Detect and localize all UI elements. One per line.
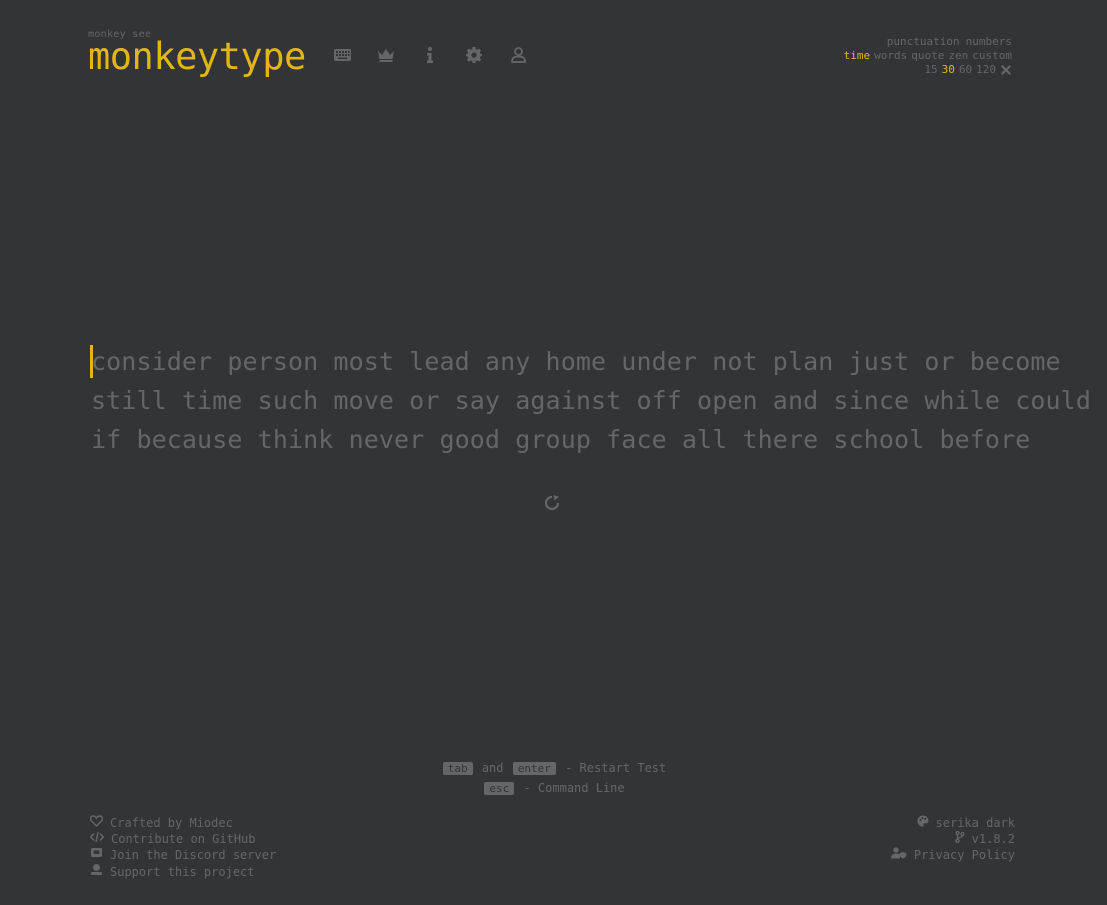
support-label: Support this project <box>110 864 255 879</box>
privacy-policy-link[interactable]: Privacy Policy <box>890 847 1015 863</box>
words-line: still time such move or say against off … <box>91 386 1091 415</box>
esc-key: esc <box>484 782 515 795</box>
theme-button[interactable]: serika dark <box>891 815 1015 831</box>
github-label: Contribute on GitHub <box>111 832 256 846</box>
keyboard-icon[interactable] <box>320 44 364 66</box>
footer-links: Crafted by Miodec Contribute on GitHub J… <box>89 815 276 880</box>
words-area[interactable]: consider person most lead any home under… <box>91 342 1091 459</box>
words-line: if because think never good group face a… <box>91 425 1031 454</box>
hint-restart-text: - Restart Test <box>565 761 667 775</box>
crafted-by-link[interactable]: Crafted by Miodec <box>89 815 276 831</box>
mode-quote[interactable]: quote <box>911 49 944 63</box>
privacy-label: Privacy Policy <box>913 848 1015 862</box>
duration-60[interactable]: 60 <box>959 63 972 77</box>
gear-icon[interactable] <box>452 44 496 66</box>
wrench-icon[interactable] <box>1000 63 1012 77</box>
punctuation-toggle[interactable]: punctuation <box>887 35 960 49</box>
palette-icon <box>917 815 929 831</box>
tab-key: tab <box>442 762 473 775</box>
numbers-toggle[interactable]: numbers <box>966 35 1012 49</box>
top-nav <box>320 44 540 66</box>
donate-icon <box>90 863 103 880</box>
duration-120[interactable]: 120 <box>976 63 996 77</box>
discord-label: Join the Discord server <box>110 848 277 862</box>
crafted-by-label: Crafted by Miodec <box>110 816 233 830</box>
mode-custom[interactable]: custom <box>972 49 1012 63</box>
command-hint: esc - Command Line <box>0 781 1107 795</box>
logo-title: monkeytype <box>88 35 306 78</box>
user-shield-icon <box>890 847 907 863</box>
logo[interactable]: monkey see monkeytype <box>88 29 306 78</box>
support-link[interactable]: Support this project <box>90 863 276 880</box>
hint-and: and <box>481 761 504 775</box>
discord-link[interactable]: Join the Discord server <box>90 847 276 863</box>
github-link[interactable]: Contribute on GitHub <box>89 831 276 847</box>
footer-meta: serika dark v1.8.2 Privacy Policy <box>890 815 1015 863</box>
mode-zen[interactable]: zen <box>948 49 968 63</box>
duration-15[interactable]: 15 <box>924 63 937 77</box>
crown-icon[interactable] <box>364 44 408 66</box>
words-line: consider person most lead any home under… <box>91 347 1061 376</box>
user-icon[interactable] <box>496 44 540 66</box>
duration-30[interactable]: 30 <box>942 63 955 77</box>
code-icon <box>89 831 105 847</box>
mode-time[interactable]: time <box>844 49 871 63</box>
restart-icon[interactable] <box>542 493 562 513</box>
hint-command-text: - Command Line <box>523 781 625 795</box>
restart-hint: tab and enter - Restart Test <box>0 761 1107 775</box>
version-label: v1.8.2 <box>971 832 1015 846</box>
theme-label: serika dark <box>935 816 1015 830</box>
enter-key: enter <box>512 762 556 775</box>
info-icon[interactable] <box>408 44 452 66</box>
discord-icon <box>90 847 103 863</box>
version-button[interactable]: v1.8.2 <box>891 830 1015 847</box>
test-config: punctuation numbers time words quote zen… <box>844 35 1012 77</box>
heart-icon <box>89 815 104 831</box>
mode-words[interactable]: words <box>874 49 907 63</box>
branch-icon <box>954 830 965 847</box>
